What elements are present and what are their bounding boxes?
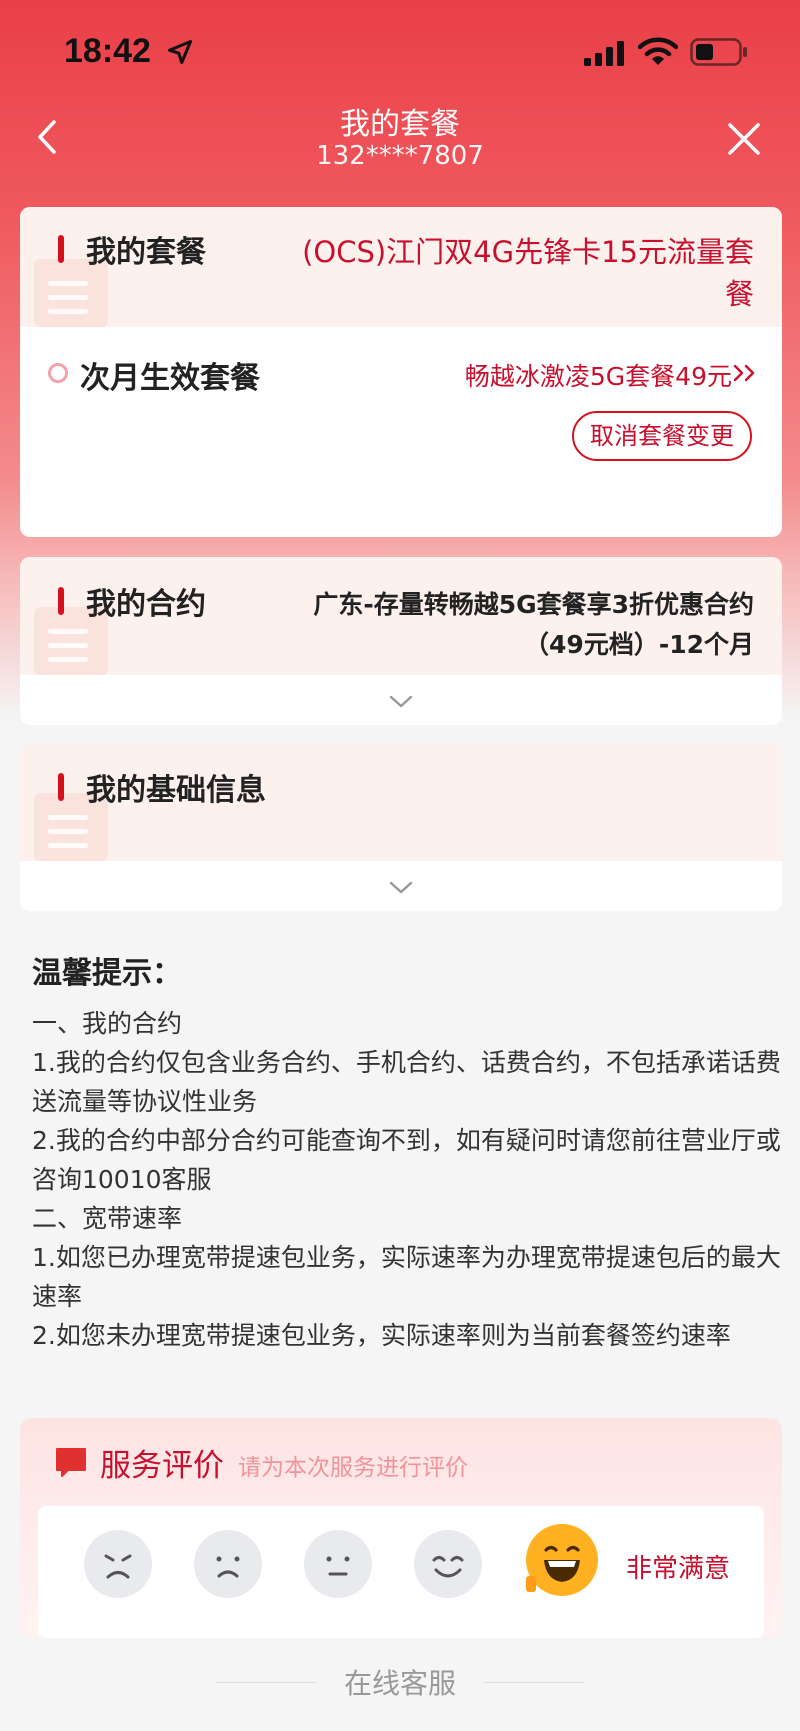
sad-face-icon[interactable] — [194, 1530, 262, 1598]
plan-card-title: 我的套餐 — [86, 235, 206, 270]
plan-card-header: 我的套餐 (OCS)江门双4G先锋卡15元流量套餐 — [20, 207, 782, 327]
rating-title: 服务评价 — [100, 1448, 224, 1484]
page-title: 我的套餐 — [340, 107, 460, 142]
battery-icon — [690, 38, 747, 66]
contract-card-title: 我的合约 — [86, 587, 206, 622]
tips-line: 1.如您已办理宽带提速包业务，实际速率为办理宽带提速包后的最大速率 — [32, 1243, 781, 1311]
plan-card: 我的套餐 (OCS)江门双4G先锋卡15元流量套餐 次月生效套餐 畅越冰激凌5G… — [20, 207, 782, 537]
cellular-signal-icon — [584, 41, 624, 66]
current-plan-name: (OCS)江门双4G先锋卡15元流量套餐 — [302, 235, 754, 311]
cancel-plan-change-button[interactable]: 取消套餐变更 — [572, 411, 752, 461]
tips-line: 1.我的合约仅包含业务合约、手机合约、话费合约，不包括承诺话费送流量等协议性业务 — [32, 1048, 781, 1116]
status-ring-icon — [48, 363, 68, 383]
angry-face-icon[interactable] — [84, 1530, 152, 1598]
tips-line: 2.如您未办理宽带提速包业务，实际速率则为当前套餐签约速率 — [32, 1321, 731, 1350]
selected-rating-label: 非常满意 — [626, 1554, 731, 1584]
status-bar: 18:42 — [0, 0, 800, 100]
smile-face-icon[interactable] — [414, 1530, 482, 1598]
location-arrow-icon — [167, 39, 193, 65]
next-month-plan-label: 次月生效套餐 — [80, 361, 260, 396]
chevron-down-icon[interactable] — [388, 693, 414, 711]
contract-card-header: 我的合约 广东-存量转畅越5G套餐享3折优惠合约（49元档）-12个月 — [20, 557, 782, 675]
nav-bar: 我的套餐 132****7807 — [0, 95, 800, 175]
tips-line: 2.我的合约中部分合约可能查询不到，如有疑问时请您前往营业厅或咨询10010客服 — [32, 1126, 781, 1194]
online-service-link[interactable]: 在线客服 — [0, 1662, 800, 1702]
tips-line: 一、我的合约 — [32, 1009, 183, 1038]
chat-bubble-icon — [56, 1448, 86, 1477]
double-chevron-right-icon — [733, 364, 755, 382]
basic-info-card-title: 我的基础信息 — [86, 773, 266, 808]
accent-bar — [58, 773, 64, 801]
accent-bar — [58, 587, 64, 615]
neutral-face-icon[interactable] — [304, 1530, 372, 1598]
rating-options: 非常满意 — [38, 1506, 764, 1638]
tips-section: 温馨提示： 一、我的合约 1.我的合约仅包含业务合约、手机合约、话费合约，不包括… — [32, 948, 782, 1355]
contract-name: 广东-存量转畅越5G套餐享3折优惠合约（49元档）-12个月 — [313, 590, 754, 659]
basic-info-card[interactable]: 我的基础信息 — [20, 743, 782, 911]
very-satisfied-face-icon[interactable] — [526, 1524, 598, 1596]
basic-info-card-header: 我的基础信息 — [20, 743, 782, 861]
service-rating-card: 服务评价 请为本次服务进行评价 非常满意 — [20, 1418, 782, 1638]
status-time: 18:42 — [64, 32, 151, 70]
chevron-down-icon[interactable] — [388, 879, 414, 897]
close-icon[interactable] — [726, 121, 762, 157]
next-month-plan-row[interactable]: 次月生效套餐 畅越冰激凌5G套餐49元 取消套餐变更 — [20, 327, 782, 537]
tips-line: 二、宽带速率 — [32, 1204, 183, 1233]
phone-number: 132****7807 — [316, 141, 484, 171]
wifi-icon — [638, 37, 678, 65]
contract-card[interactable]: 我的合约 广东-存量转畅越5G套餐享3折优惠合约（49元档）-12个月 — [20, 557, 782, 725]
accent-bar — [58, 235, 64, 263]
bottom-bar: 在线客服 — [0, 1638, 800, 1731]
rating-hint: 请为本次服务进行评价 — [238, 1455, 468, 1481]
tips-title: 温馨提示： — [32, 956, 182, 991]
next-month-plan-name: 畅越冰激凌5G套餐49元 — [464, 362, 732, 391]
